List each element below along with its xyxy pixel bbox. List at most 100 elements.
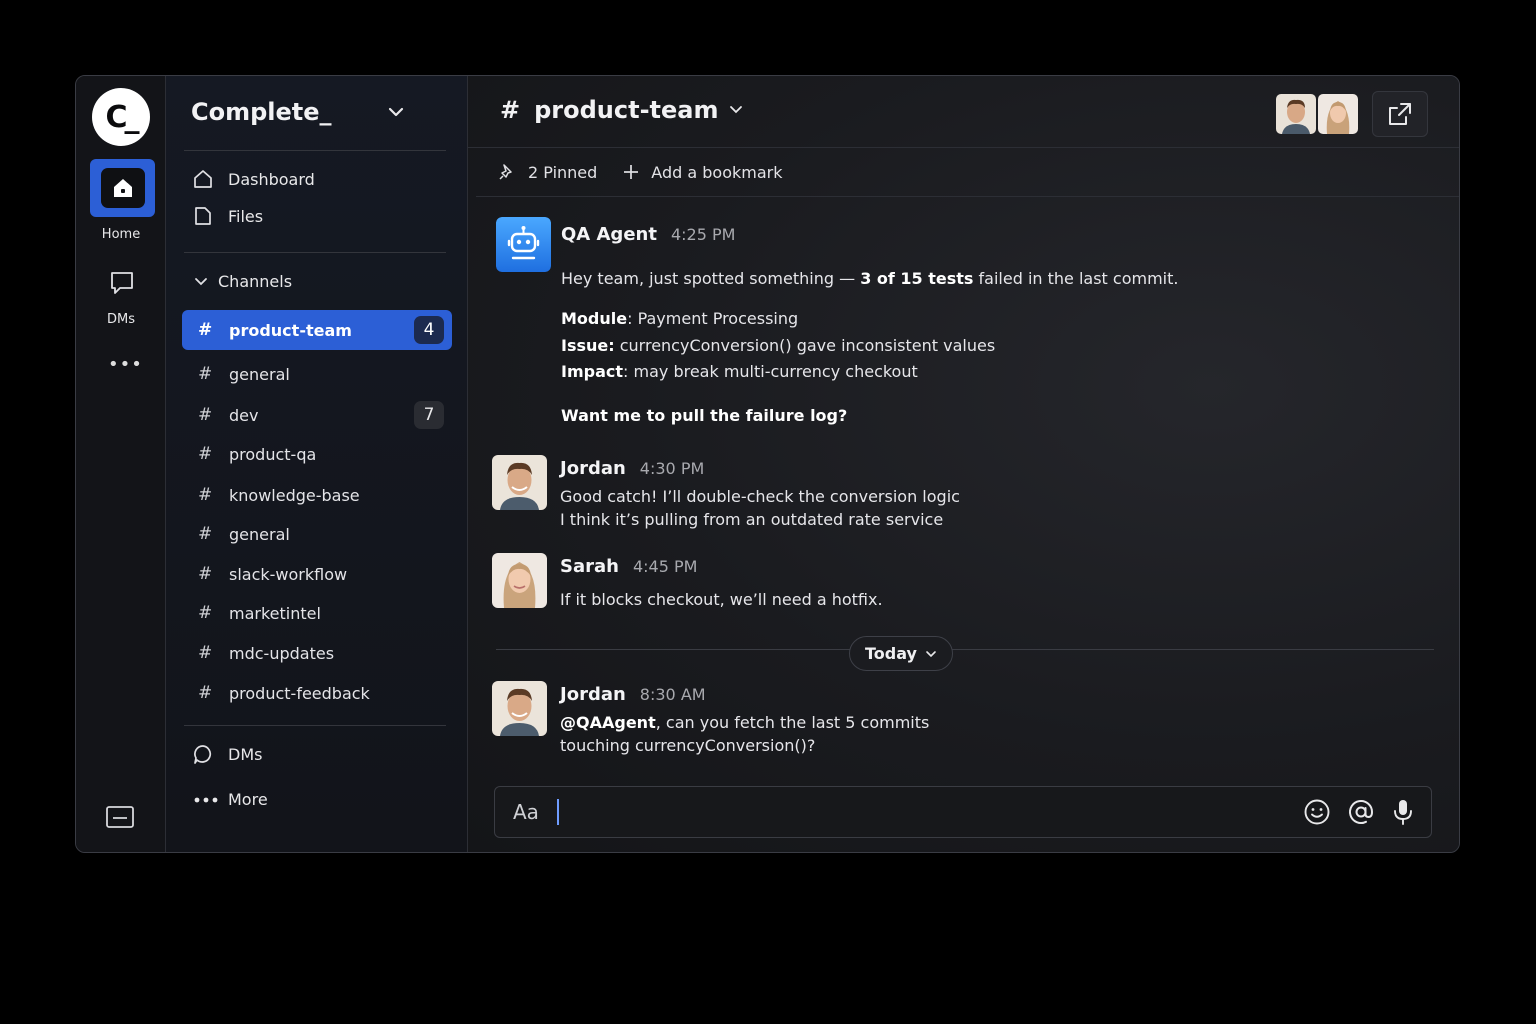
external-link-icon bbox=[1389, 103, 1411, 125]
rail-dms-label: DMs bbox=[107, 312, 135, 327]
qa-agent-avatar[interactable] bbox=[496, 217, 551, 272]
message-author[interactable]: QA Agent bbox=[561, 224, 657, 245]
channel-label: general bbox=[229, 524, 290, 544]
message-text: @QAAgent, can you fetch the last 5 commi… bbox=[560, 711, 929, 757]
field-label: Module bbox=[561, 309, 628, 328]
file-icon bbox=[195, 207, 211, 225]
sidebar-divider bbox=[184, 150, 446, 151]
emoji-button[interactable] bbox=[1303, 798, 1331, 826]
channel-label: mdc-updates bbox=[229, 643, 335, 663]
nav-dms[interactable]: DMs bbox=[192, 743, 262, 765]
open-external-button[interactable] bbox=[1372, 91, 1428, 137]
rail-home-button[interactable] bbox=[90, 159, 155, 217]
channel-knowledge-base[interactable]: # knowledge-base bbox=[182, 475, 452, 515]
add-bookmark-label: Add a bookmark bbox=[651, 162, 783, 182]
channel-general[interactable]: # general bbox=[182, 354, 452, 394]
message-author[interactable]: Sarah bbox=[560, 556, 619, 577]
message-text: If it blocks checkout, we’ll need a hotf… bbox=[560, 590, 883, 609]
hash-icon: # bbox=[198, 320, 213, 340]
rail-dms-button[interactable] bbox=[109, 270, 135, 296]
message-sarah: Sarah 4:45 PM If it blocks checkout, we’… bbox=[492, 553, 1392, 613]
channel-product-qa[interactable]: # product-qa bbox=[182, 434, 452, 474]
channel-members[interactable] bbox=[1276, 94, 1358, 134]
date-divider-button[interactable]: Today bbox=[849, 636, 953, 671]
workspace-rail: C_ Home DMs ••• bbox=[76, 76, 166, 852]
avatar[interactable] bbox=[492, 553, 547, 608]
channel-label: product-feedback bbox=[229, 683, 370, 703]
nav-dms-label: DMs bbox=[228, 744, 263, 764]
message-author[interactable]: Jordan bbox=[560, 684, 626, 705]
hash-icon: # bbox=[198, 564, 213, 584]
nav-more[interactable]: More bbox=[194, 790, 268, 809]
channel-label: marketintel bbox=[229, 603, 321, 623]
app-window: C_ Home DMs ••• Complete_ Dashboard File… bbox=[75, 75, 1460, 853]
channel-header: # product-team bbox=[468, 76, 1459, 148]
avatar[interactable] bbox=[492, 455, 547, 510]
message-time: 4:45 PM bbox=[632, 557, 698, 576]
hash-icon: # bbox=[198, 364, 213, 384]
message-qa-agent: QA Agent 4:25 PM Hey team, just spotted … bbox=[496, 217, 1396, 437]
channel-marketintel[interactable]: # marketintel bbox=[182, 593, 452, 633]
pin-icon bbox=[499, 164, 512, 180]
pinned-button[interactable]: 2 Pinned bbox=[498, 163, 597, 182]
channel-dev[interactable]: # dev 7 bbox=[182, 395, 452, 435]
message-input[interactable] bbox=[513, 800, 543, 824]
channel-label: general bbox=[229, 364, 290, 384]
unread-badge: 4 bbox=[414, 316, 444, 344]
hash-icon: # bbox=[198, 643, 213, 663]
hash-icon: # bbox=[500, 96, 521, 124]
sidebar-divider bbox=[184, 725, 446, 726]
channel-mdc-updates[interactable]: # mdc-updates bbox=[182, 633, 452, 673]
nav-dashboard[interactable]: Dashboard bbox=[192, 168, 315, 190]
channel-slack-workflow[interactable]: # slack-workflow bbox=[182, 554, 452, 594]
message-text-strong: 3 of 15 tests bbox=[860, 269, 974, 288]
message-text: Good catch! I’ll double-check the conver… bbox=[560, 485, 960, 531]
collapse-sidebar-button[interactable] bbox=[106, 806, 134, 828]
user-mention[interactable]: @QAAgent bbox=[560, 713, 656, 732]
message-line: @QAAgent, can you fetch the last 5 commi… bbox=[560, 711, 929, 734]
message-author[interactable]: Jordan bbox=[560, 458, 626, 479]
channel-label: knowledge-base bbox=[229, 485, 360, 505]
workspace-menu-chevron[interactable] bbox=[388, 106, 404, 118]
message-line: touching currencyConversion()? bbox=[560, 736, 816, 755]
rail-more-button[interactable]: ••• bbox=[108, 354, 143, 375]
message-text-segment: failed in the last commit. bbox=[973, 269, 1179, 288]
message-jordan-today: Jordan 8:30 AM @QAAgent, can you fetch t… bbox=[492, 681, 1392, 761]
nav-more-label: More bbox=[228, 790, 268, 809]
channel-product-team[interactable]: # product-team 4 bbox=[182, 310, 452, 350]
channel-general-2[interactable]: # general bbox=[182, 514, 452, 554]
message-time: 4:30 PM bbox=[639, 459, 705, 478]
robot-icon bbox=[496, 217, 551, 272]
mention-button[interactable] bbox=[1347, 798, 1375, 826]
channel-product-feedback[interactable]: # product-feedback bbox=[182, 673, 452, 713]
add-bookmark-button[interactable]: Add a bookmark bbox=[623, 163, 782, 182]
nav-dashboard-label: Dashboard bbox=[228, 169, 315, 189]
nav-files[interactable]: Files bbox=[192, 205, 263, 227]
at-sign-icon bbox=[1349, 800, 1374, 824]
chevron-down-icon bbox=[926, 650, 936, 657]
member-avatar-sarah bbox=[1318, 94, 1358, 134]
message-text-segment: , can you fetch the last 5 commits bbox=[655, 713, 930, 732]
workspace-logo[interactable]: C_ bbox=[92, 88, 150, 146]
home-icon bbox=[113, 179, 132, 197]
member-avatar-jordan bbox=[1276, 94, 1316, 134]
pinned-label: 2 Pinned bbox=[528, 162, 598, 182]
message-line: I think it’s pulling from an outdated ra… bbox=[560, 510, 944, 529]
channel-label: dev bbox=[229, 405, 259, 425]
hash-icon: # bbox=[198, 444, 213, 464]
workspace-name[interactable]: Complete_ bbox=[191, 98, 332, 126]
field-value: : may break multi-currency checkout bbox=[623, 362, 918, 381]
message-text: Issue: currencyConversion() gave inconsi… bbox=[561, 333, 995, 359]
channel-label: product-team bbox=[229, 320, 352, 340]
plus-icon bbox=[624, 165, 639, 179]
message-text: Impact: may break multi-currency checkou… bbox=[561, 359, 918, 385]
field-label: Impact bbox=[561, 362, 624, 381]
unread-badge: 7 bbox=[414, 401, 444, 429]
hash-icon: # bbox=[198, 603, 213, 623]
channel-label: slack-workflow bbox=[229, 564, 348, 584]
message-text: Module: Payment Processing bbox=[561, 306, 798, 332]
channel-title-button[interactable]: # product-team bbox=[500, 96, 743, 124]
avatar[interactable] bbox=[492, 681, 547, 736]
voice-button[interactable] bbox=[1391, 798, 1415, 826]
channels-section-toggle[interactable]: Channels bbox=[194, 272, 292, 291]
